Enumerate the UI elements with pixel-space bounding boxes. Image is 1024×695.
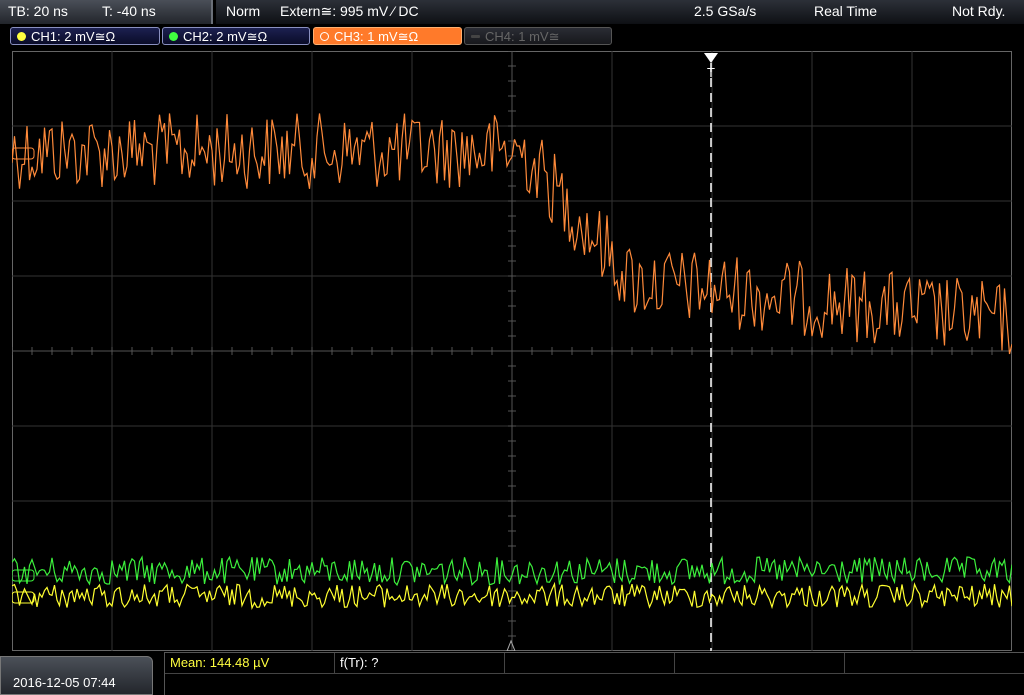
channel-2-button[interactable]: CH2: 2 mV≅Ω (162, 27, 310, 45)
channel-3-button[interactable]: CH3: 1 mV≅Ω (313, 27, 462, 45)
channel-1-button[interactable]: CH1: 2 mV≅Ω (10, 27, 160, 45)
status-readout: Not Rdy. (952, 3, 1006, 19)
ftr-readout: f(Tr): ? (340, 655, 379, 670)
timebase-panel[interactable]: TB: 20 ns T: -40 ns (0, 0, 213, 24)
status-bar: TB: 20 ns T: -40 ns Norm Extern≅: 995 mV… (0, 0, 1024, 24)
trigger-panel[interactable]: Norm Extern≅: 995 mV ⁄ DC 2.5 GSa/s Real… (216, 0, 1024, 24)
channel-3-label: CH3: 1 mV≅Ω (334, 29, 419, 44)
measurement-cell-ftr[interactable]: f(Tr): ? (335, 653, 505, 674)
datetime-readout: 2016-12-05 07:44 (13, 675, 116, 690)
acquisition-mode: Real Time (814, 3, 878, 19)
trigger-source: Extern≅: 995 mV ⁄ DC (280, 3, 419, 19)
time-reference-arrow-icon (506, 639, 516, 651)
datetime-panel[interactable]: 2016-12-05 07:44 (0, 656, 153, 695)
measurement-panel[interactable]: Mean: 144.48 µV f(Tr): ? (164, 652, 1024, 695)
channel-1-dot-icon (17, 32, 26, 41)
channel-3-dot-icon (320, 32, 329, 41)
channel-4-label: CH4: 1 mV≅ (485, 29, 560, 44)
measurement-cell-mean[interactable]: Mean: 144.48 µV (165, 653, 335, 674)
trigger-time-readout: T: -40 ns (102, 3, 156, 19)
channel-2-label: CH2: 2 mV≅Ω (183, 29, 268, 44)
bottom-bar: 2016-12-05 07:44 Mean: 144.48 µV f(Tr): … (0, 652, 1024, 695)
trigger-arrow-icon (704, 53, 718, 63)
channel-4-button[interactable]: CH4: 1 mV≅ (464, 27, 612, 45)
mean-readout: Mean: 144.48 µV (170, 655, 270, 670)
trigger-mode: Norm (226, 3, 261, 19)
channel-2-dot-icon (169, 32, 178, 41)
timebase-readout: TB: 20 ns (8, 3, 68, 19)
trigger-marker-label: T (707, 65, 715, 80)
measurement-cell-empty-2[interactable] (675, 653, 845, 674)
measurement-cell-empty-1[interactable] (505, 653, 675, 674)
channel-1-label: CH1: 2 mV≅Ω (31, 29, 116, 44)
channel-4-dash-icon (471, 35, 480, 38)
waveform-canvas[interactable]: T (12, 51, 1012, 651)
channel-bar: CH1: 2 mV≅Ω CH2: 2 mV≅Ω CH3: 1 mV≅Ω CH4:… (0, 24, 1024, 50)
measurement-cell-empty-3[interactable] (845, 653, 1024, 674)
sample-rate: 2.5 GSa/s (694, 3, 757, 19)
